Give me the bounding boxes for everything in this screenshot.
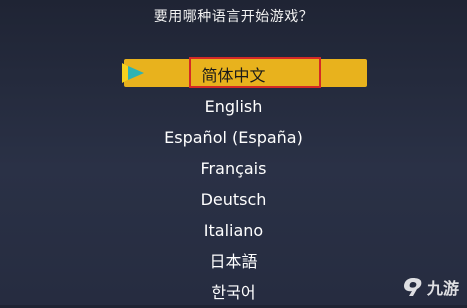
language-option-fr[interactable]: Français bbox=[0, 153, 467, 184]
watermark: 九游 bbox=[402, 275, 459, 299]
watermark-text: 九游 bbox=[426, 279, 459, 298]
language-option-ja[interactable]: 日本語 bbox=[0, 246, 467, 277]
language-option-de[interactable]: Deutsch bbox=[0, 184, 467, 215]
language-select-screen: 要用哪种语言开始游戏？ 简体中文 English Español (España… bbox=[0, 0, 467, 305]
page-title: 要用哪种语言开始游戏？ bbox=[153, 9, 314, 25]
language-option-es[interactable]: Español (España) bbox=[0, 122, 467, 153]
jiuyou-logo-icon bbox=[403, 278, 422, 296]
language-option-zh-hans[interactable]: 简体中文 bbox=[0, 60, 467, 91]
language-option-it[interactable]: Italiano bbox=[0, 215, 467, 246]
language-option-ko[interactable]: 한국어 bbox=[0, 277, 467, 308]
language-option-en[interactable]: English bbox=[0, 91, 467, 122]
